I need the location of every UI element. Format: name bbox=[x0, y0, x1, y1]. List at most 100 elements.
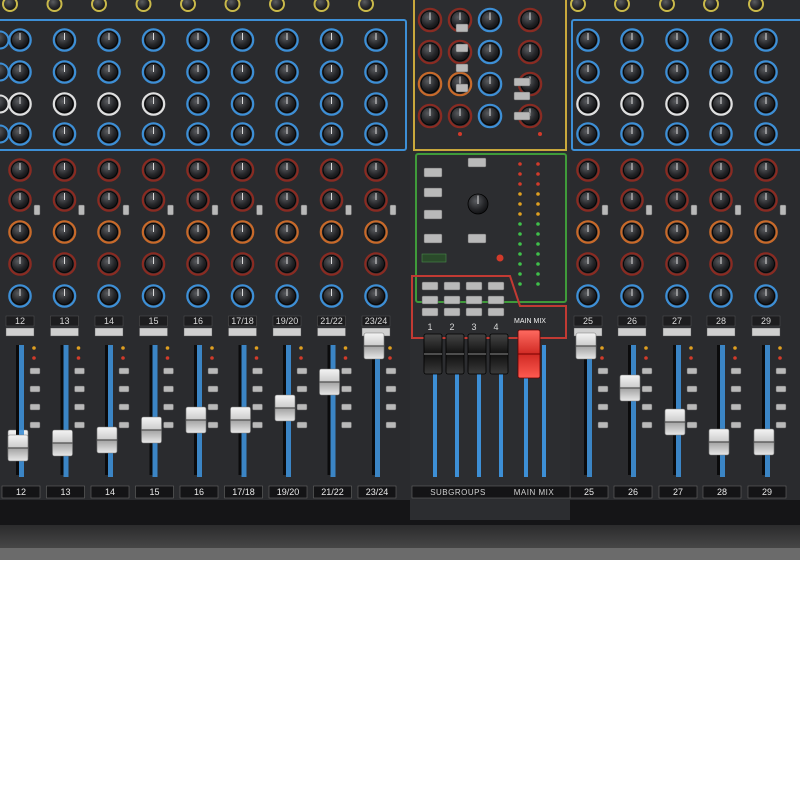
routing-button[interactable] bbox=[296, 385, 308, 393]
routing-button[interactable] bbox=[296, 403, 308, 411]
pre-switch[interactable] bbox=[345, 204, 352, 216]
eq-knob[interactable] bbox=[319, 122, 344, 146]
pan-knob[interactable] bbox=[97, 284, 121, 308]
pan-knob[interactable] bbox=[8, 284, 32, 308]
eq-knob[interactable] bbox=[319, 28, 344, 52]
aux-send-knob[interactable] bbox=[754, 252, 778, 276]
pre-switch[interactable] bbox=[645, 204, 653, 216]
routing-button[interactable] bbox=[775, 367, 787, 375]
pan-knob[interactable] bbox=[709, 284, 733, 308]
aux-send-knob[interactable] bbox=[97, 252, 121, 276]
subgroup-assign-button[interactable] bbox=[421, 281, 439, 291]
routing-button[interactable] bbox=[207, 421, 219, 429]
routing-button[interactable] bbox=[730, 403, 742, 411]
aux-send-knob[interactable] bbox=[709, 220, 733, 244]
eq-knob[interactable] bbox=[97, 122, 121, 146]
aux-send-knob[interactable] bbox=[665, 220, 689, 244]
pan-knob[interactable] bbox=[275, 284, 299, 308]
aux-send-knob[interactable] bbox=[141, 158, 166, 182]
aux-send-knob[interactable] bbox=[275, 188, 299, 212]
aux-send-knob[interactable] bbox=[620, 220, 644, 244]
routing-button[interactable] bbox=[641, 403, 653, 411]
routing-button[interactable] bbox=[29, 385, 41, 393]
subgroup-assign-button[interactable] bbox=[465, 281, 483, 291]
pan-knob[interactable] bbox=[230, 284, 255, 308]
eq-knob[interactable] bbox=[186, 122, 210, 146]
subgroup-assign-button[interactable] bbox=[443, 281, 461, 291]
aux-send-knob[interactable] bbox=[754, 220, 778, 244]
routing-button[interactable] bbox=[641, 385, 653, 393]
routing-button[interactable] bbox=[163, 367, 174, 375]
pre-switch[interactable] bbox=[33, 204, 41, 216]
eq-knob[interactable] bbox=[754, 28, 778, 52]
routing-button[interactable] bbox=[597, 421, 609, 429]
aux-send-knob[interactable] bbox=[319, 252, 344, 276]
aux-send-knob[interactable] bbox=[319, 158, 344, 182]
routing-button[interactable] bbox=[296, 421, 308, 429]
master-aux-knob[interactable] bbox=[417, 71, 443, 97]
aux-send-knob[interactable] bbox=[319, 220, 344, 244]
return-knob[interactable] bbox=[477, 7, 503, 33]
eq-knob[interactable] bbox=[230, 122, 255, 146]
subgroup-assign-button[interactable] bbox=[443, 307, 461, 317]
routing-button[interactable] bbox=[641, 367, 653, 375]
routing-button[interactable] bbox=[775, 403, 787, 411]
master-button[interactable] bbox=[455, 43, 469, 53]
aux-send-knob[interactable] bbox=[186, 158, 210, 182]
routing-button[interactable] bbox=[29, 421, 41, 429]
routing-button[interactable] bbox=[74, 385, 85, 393]
eq-knob[interactable] bbox=[576, 60, 600, 84]
mute-button[interactable] bbox=[317, 327, 346, 337]
mute-button[interactable] bbox=[139, 327, 168, 337]
eq-knob[interactable] bbox=[576, 92, 600, 116]
aux-send-knob[interactable] bbox=[97, 220, 121, 244]
routing-button[interactable] bbox=[118, 367, 130, 375]
pre-switch[interactable] bbox=[389, 204, 397, 216]
eq-knob[interactable] bbox=[364, 60, 388, 84]
routing-button[interactable] bbox=[296, 367, 308, 375]
routing-button[interactable] bbox=[641, 421, 653, 429]
routing-button[interactable] bbox=[29, 367, 41, 375]
mute-button[interactable] bbox=[706, 327, 736, 337]
eq-knob[interactable] bbox=[186, 92, 210, 116]
eq-knob[interactable] bbox=[576, 28, 600, 52]
eq-knob[interactable] bbox=[52, 92, 77, 116]
routing-button[interactable] bbox=[686, 367, 698, 375]
pre-switch[interactable] bbox=[256, 204, 263, 216]
eq-knob[interactable] bbox=[364, 92, 388, 116]
aux-send-knob[interactable] bbox=[754, 188, 778, 212]
eq-knob[interactable] bbox=[620, 92, 644, 116]
aux-send-knob[interactable] bbox=[52, 188, 77, 212]
routing-button[interactable] bbox=[118, 421, 130, 429]
subgroup-assign-button[interactable] bbox=[487, 307, 505, 317]
eq-knob[interactable] bbox=[275, 60, 299, 84]
subgroup-assign-button[interactable] bbox=[421, 307, 439, 317]
aux-send-knob[interactable] bbox=[364, 220, 388, 244]
routing-button[interactable] bbox=[686, 385, 698, 393]
routing-button[interactable] bbox=[29, 403, 41, 411]
aux-send-knob[interactable] bbox=[576, 220, 600, 244]
eq-knob[interactable] bbox=[230, 60, 255, 84]
aux-send-knob[interactable] bbox=[8, 158, 32, 182]
eq-knob[interactable] bbox=[275, 28, 299, 52]
eq-knob[interactable] bbox=[275, 122, 299, 146]
routing-button[interactable] bbox=[597, 385, 609, 393]
aux-send-knob[interactable] bbox=[665, 252, 689, 276]
subgroup-assign-button[interactable] bbox=[487, 295, 505, 305]
routing-button[interactable] bbox=[730, 385, 742, 393]
aux-send-knob[interactable] bbox=[665, 188, 689, 212]
eq-knob[interactable] bbox=[665, 60, 689, 84]
return-knob[interactable] bbox=[517, 39, 543, 65]
eq-knob[interactable] bbox=[52, 60, 77, 84]
aux-send-knob[interactable] bbox=[620, 252, 644, 276]
eq-knob[interactable] bbox=[665, 122, 689, 146]
eq-knob[interactable] bbox=[8, 92, 32, 116]
aux-send-knob[interactable] bbox=[230, 188, 255, 212]
eq-knob[interactable] bbox=[319, 60, 344, 84]
return-button[interactable] bbox=[513, 111, 531, 121]
mute-button[interactable] bbox=[228, 327, 257, 337]
pan-knob[interactable] bbox=[52, 284, 77, 308]
phones-level-knob[interactable] bbox=[467, 193, 489, 215]
ctrl-room-button[interactable] bbox=[467, 157, 487, 168]
pre-switch[interactable] bbox=[122, 204, 130, 216]
